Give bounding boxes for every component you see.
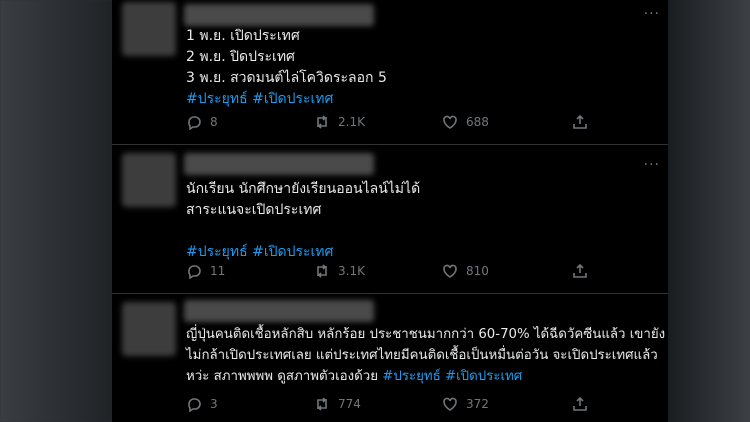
tweet-text: ญี่ปุ่นคนติดเชื้อหลักสิบ หลักร้อย ประชาช… [186, 324, 666, 387]
tweet-line: สาระแนจะเปิดประเทศ [186, 202, 322, 218]
reply-count: 3 [210, 397, 218, 411]
share-icon [573, 263, 587, 278]
like-button[interactable]: 372 [442, 396, 489, 412]
hashtag-link[interactable]: #ประยุทธ์ #เปิดประเทศ [186, 89, 656, 110]
like-icon [443, 397, 457, 411]
share-icon [573, 114, 587, 129]
retweet-count: 3.1K [338, 264, 365, 278]
share-button[interactable] [572, 263, 588, 279]
retweet-icon [317, 264, 327, 278]
tweet-text: 1 พ.ย. เปิดประเทศ 2 พ.ย. ปิดประเทศ 3 พ.ย… [186, 26, 656, 110]
like-count: 372 [466, 397, 489, 411]
share-button[interactable] [572, 396, 588, 412]
username-blurred[interactable] [184, 300, 374, 322]
tweet-line-with-hashtags: หว่ะ สภาพพพพ ดูสภาพตัวเองด้วย #ประยุทธ์ … [186, 366, 656, 387]
tweet-line: 1 พ.ย. เปิดประเทศ [186, 28, 300, 44]
reply-button[interactable]: 8 [186, 114, 218, 130]
blurred-background-left [0, 0, 112, 422]
reply-icon [188, 398, 201, 412]
reply-icon [188, 116, 201, 130]
retweet-button[interactable]: 774 [314, 396, 361, 412]
tweet-2[interactable]: ··· นักเรียน นักศึกษายังเรียนออนไลน์ไม่ไ… [112, 145, 668, 294]
tweet-line: หว่ะ สภาพพพพ ดูสภาพตัวเองด้วย [186, 369, 383, 384]
retweet-button[interactable]: 2.1K [314, 114, 365, 130]
reply-count: 11 [210, 264, 226, 278]
tweet-actions: 8 2.1K 688 [186, 114, 656, 134]
retweet-icon [317, 115, 327, 129]
tweet-line: ญี่ปุ่นคนติดเชื้อหลักสิบ หลักร้อย ประชาช… [186, 327, 666, 342]
tweet-line: นักเรียน นักศึกษายังเรียนออนไลน์ไม่ได้ [186, 181, 421, 197]
avatar-blurred[interactable] [122, 302, 176, 356]
tweet-3[interactable]: ญี่ปุ่นคนติดเชื้อหลักสิบ หลักร้อย ประชาช… [112, 294, 668, 422]
tweet-feed: ··· 1 พ.ย. เปิดประเทศ 2 พ.ย. ปิดประเทศ 3… [112, 0, 668, 422]
reply-count: 8 [210, 115, 218, 129]
username-blurred[interactable] [184, 4, 374, 26]
retweet-button[interactable]: 3.1K [314, 263, 365, 279]
tweet-line: 2 พ.ย. ปิดประเทศ [186, 49, 295, 65]
like-icon [443, 264, 457, 278]
tweet-line: ไม่กล้าเปิดประเทศเลย แต่ประเทศไทยมีคนติด… [186, 348, 658, 363]
reply-button[interactable]: 11 [186, 263, 225, 279]
blurred-background-right [668, 0, 750, 422]
retweet-icon [317, 397, 327, 411]
tweet-actions: 11 3.1K 810 [186, 263, 656, 283]
like-button[interactable]: 810 [442, 263, 489, 279]
like-count: 810 [466, 264, 489, 278]
tweet-line: 3 พ.ย. สวดมนต์ไล่โควิดระลอก 5 [186, 70, 387, 86]
avatar-blurred[interactable] [122, 153, 176, 207]
share-button[interactable] [572, 114, 588, 130]
share-icon [573, 396, 587, 411]
hashtag-link[interactable]: #ประยุทธ์ #เปิดประเทศ [186, 242, 656, 263]
like-icon [443, 115, 457, 129]
avatar-blurred[interactable] [122, 2, 176, 56]
retweet-count: 2.1K [338, 115, 365, 129]
tweet-actions: 3 774 372 [186, 396, 656, 416]
like-button[interactable]: 688 [442, 114, 489, 130]
like-count: 688 [466, 115, 489, 129]
reply-icon [188, 265, 201, 279]
username-blurred[interactable] [184, 153, 374, 175]
hashtag-link[interactable]: #ประยุทธ์ #เปิดประเทศ [382, 369, 522, 384]
more-options-icon[interactable]: ··· [644, 6, 660, 22]
tweet-text: นักเรียน นักศึกษายังเรียนออนไลน์ไม่ได้ ส… [186, 179, 656, 263]
tweet-1[interactable]: ··· 1 พ.ย. เปิดประเทศ 2 พ.ย. ปิดประเทศ 3… [112, 0, 668, 145]
more-options-icon[interactable]: ··· [644, 157, 660, 173]
retweet-count: 774 [338, 397, 361, 411]
reply-button[interactable]: 3 [186, 396, 218, 412]
